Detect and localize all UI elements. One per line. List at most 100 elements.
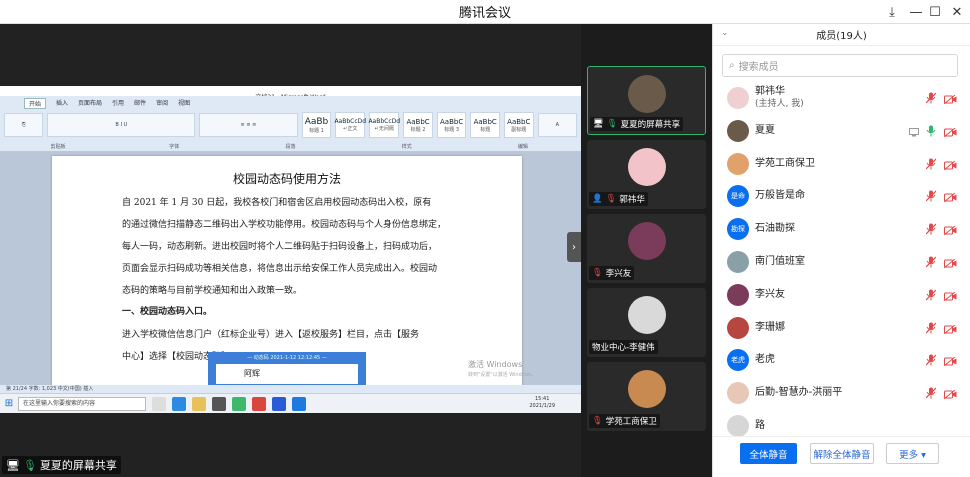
font-controls[interactable]: B I U (47, 113, 196, 137)
edit-controls[interactable]: A (537, 113, 577, 137)
mic-muted-icon: 🎙 (592, 268, 603, 278)
wechat-icon[interactable] (232, 396, 246, 411)
member-name: 学苑工商保卫 (755, 157, 815, 169)
video-tile[interactable]: 🎙 学苑工商保卫 (587, 362, 706, 431)
camera-off-icon[interactable] (943, 126, 957, 140)
mic-muted-icon[interactable] (925, 289, 937, 304)
document-image: — 动态码 2021-1-12 12:12:45 — 阿辉 (208, 352, 366, 386)
store-icon[interactable] (212, 396, 226, 411)
avatar (727, 87, 749, 109)
video-tile[interactable]: 物业中心-李健伟 (587, 288, 706, 357)
image-card: 阿辉 (216, 364, 358, 384)
avatar (727, 283, 749, 306)
camera-off-icon[interactable] (943, 224, 957, 238)
maximize-button[interactable]: ☐ (924, 2, 946, 22)
avatar (727, 316, 749, 339)
activation-watermark: 激活 Windows 转到"设置"以激活 Windows。 (468, 360, 537, 378)
title-bar: 腾讯会议 ⤓ — ☐ ✕ (0, 0, 970, 24)
camera-off-icon[interactable] (943, 93, 957, 107)
document-section-heading: 一、校园动态码入口。 (122, 307, 213, 317)
style-normal[interactable]: AaBbCcDd ↵正文 (334, 112, 366, 138)
host-icon: 👤 (592, 194, 603, 204)
pin-icon[interactable]: ⤓ (881, 2, 903, 22)
close-button[interactable]: ✕ (946, 2, 968, 22)
avatar (727, 119, 749, 142)
members-title: 成员(19人) (816, 31, 867, 42)
avatar (627, 370, 666, 408)
windows-start-icon[interactable]: ⊞ (0, 398, 18, 409)
mic-muted-icon[interactable] (925, 354, 937, 369)
member-row[interactable]: 勘探 石油勘探 (713, 214, 970, 244)
camera-off-icon[interactable] (943, 159, 957, 173)
style-heading2[interactable]: AaBbC 标题 2 (403, 112, 433, 138)
video-tile[interactable]: 🖥 🎙 夏夏的屏幕共享 (587, 66, 706, 135)
folder-icon[interactable] (192, 396, 206, 411)
ribbon-group-labels: 剪贴板 字体 段落 样式 编辑 (50, 144, 528, 150)
member-name: 后勤-智慧办-洪丽平 (755, 387, 843, 399)
shared-screen[interactable]: 文档21 - Microsoft Word 开始 插入 页面布局 引用 邮件 审… (0, 24, 581, 477)
member-row[interactable]: 学苑工商保卫 (713, 149, 970, 179)
style-subtitle[interactable]: AaBbC 副标题 (504, 112, 534, 138)
member-row[interactable]: 李兴友 (713, 280, 970, 310)
member-search-input[interactable]: ⌕ 搜索成员 (722, 54, 958, 77)
member-name: 郭祎华 (主持人, 我) (755, 86, 804, 109)
mic-muted-icon[interactable] (925, 322, 937, 337)
camera-off-icon[interactable] (943, 323, 957, 337)
unmute-all-button[interactable]: 解除全体静音 (810, 443, 874, 464)
video-tile[interactable]: 🎙 李兴友 (587, 214, 706, 283)
mic-muted-icon[interactable] (925, 158, 937, 173)
avatar: 是命 (727, 185, 749, 208)
member-row[interactable]: 是命 万般皆是命 (713, 181, 970, 211)
word-status-bar: 第 21/24 字数: 1,023 中文(中国) 插入 (0, 385, 581, 393)
style-no-spacing[interactable]: AaBbCcDd ↵无间隔 (368, 112, 400, 138)
member-row[interactable]: 老虎 老虎 (713, 345, 970, 375)
app-icon[interactable] (252, 396, 266, 411)
member-name: 万般皆是命 (755, 190, 805, 202)
mic-muted-icon: 🎙 (592, 416, 603, 426)
mic-muted-icon[interactable] (925, 190, 937, 205)
camera-off-icon[interactable] (943, 388, 957, 402)
camera-off-icon[interactable] (943, 191, 957, 205)
mic-muted-icon[interactable] (925, 387, 937, 402)
member-name: 夏夏 (755, 124, 775, 136)
windows-taskbar: ⊞ 在这里输入你要搜索的内容 15:41 2021/1/29 (0, 393, 581, 413)
member-name: 李珊娜 (755, 321, 785, 333)
more-button[interactable]: 更多 ▾ (886, 443, 939, 464)
camera-off-icon[interactable] (943, 257, 957, 271)
collapse-strip-button[interactable]: › (567, 232, 581, 262)
style-title[interactable]: AaBbC 标题 (470, 112, 500, 138)
screen-share-icon: 🖥 (6, 458, 20, 472)
member-row[interactable]: 郭祎华 (主持人, 我) (713, 83, 970, 113)
taskbar-search-input[interactable]: 在这里输入你要搜索的内容 (18, 396, 146, 411)
member-row[interactable]: 后勤-智慧办-洪丽平 (713, 378, 970, 408)
mic-on-icon: 🎙 (606, 119, 618, 129)
tile-name-label: 🎙 李兴友 (589, 266, 635, 280)
camera-off-icon[interactable] (943, 355, 957, 369)
member-row[interactable]: 夏夏 (713, 116, 970, 146)
member-row[interactable]: 李珊娜 (713, 313, 970, 343)
video-tile[interactable]: 👤 🎙 郭祎华 (587, 140, 706, 209)
camera-off-icon[interactable] (943, 290, 957, 304)
mic-muted-icon: 🎙 (605, 194, 617, 204)
mic-muted-icon[interactable] (925, 223, 937, 238)
avatar (727, 251, 749, 273)
paste-button[interactable]: ⎘ (4, 113, 44, 137)
chevron-down-icon[interactable]: ⌄ (721, 28, 729, 38)
meeting-icon[interactable] (292, 396, 306, 411)
paragraph-controls[interactable]: ≡ ≡ ≡ (199, 113, 298, 137)
video-strip: 🖥 🎙 夏夏的屏幕共享 👤 🎙 郭祎华 🎙 李兴友 物业中心-李健伟 🎙 学苑工… (581, 24, 712, 477)
edge-icon[interactable] (172, 396, 186, 411)
members-panel: ⌄ 成员(19人) ⌕ 搜索成员 郭祎华 (主持人, 我) 夏夏学苑工商保卫是命 万般… (712, 24, 970, 477)
task-view-icon[interactable] (152, 396, 166, 411)
member-row[interactable]: 南门值班室 (713, 247, 970, 277)
mic-muted-icon[interactable] (925, 92, 937, 107)
tile-name-label: 物业中心-李健伟 (589, 340, 658, 354)
avatar (727, 415, 749, 437)
search-icon: ⌕ (729, 60, 735, 71)
mute-all-button[interactable]: 全体静音 (740, 443, 797, 464)
style-heading1[interactable]: AaBb 标题 1 (301, 112, 332, 138)
word-icon[interactable] (272, 396, 286, 411)
mic-on-icon[interactable] (926, 125, 936, 140)
mic-muted-icon[interactable] (925, 256, 937, 271)
style-heading3[interactable]: AaBbC 标题 3 (436, 112, 467, 138)
